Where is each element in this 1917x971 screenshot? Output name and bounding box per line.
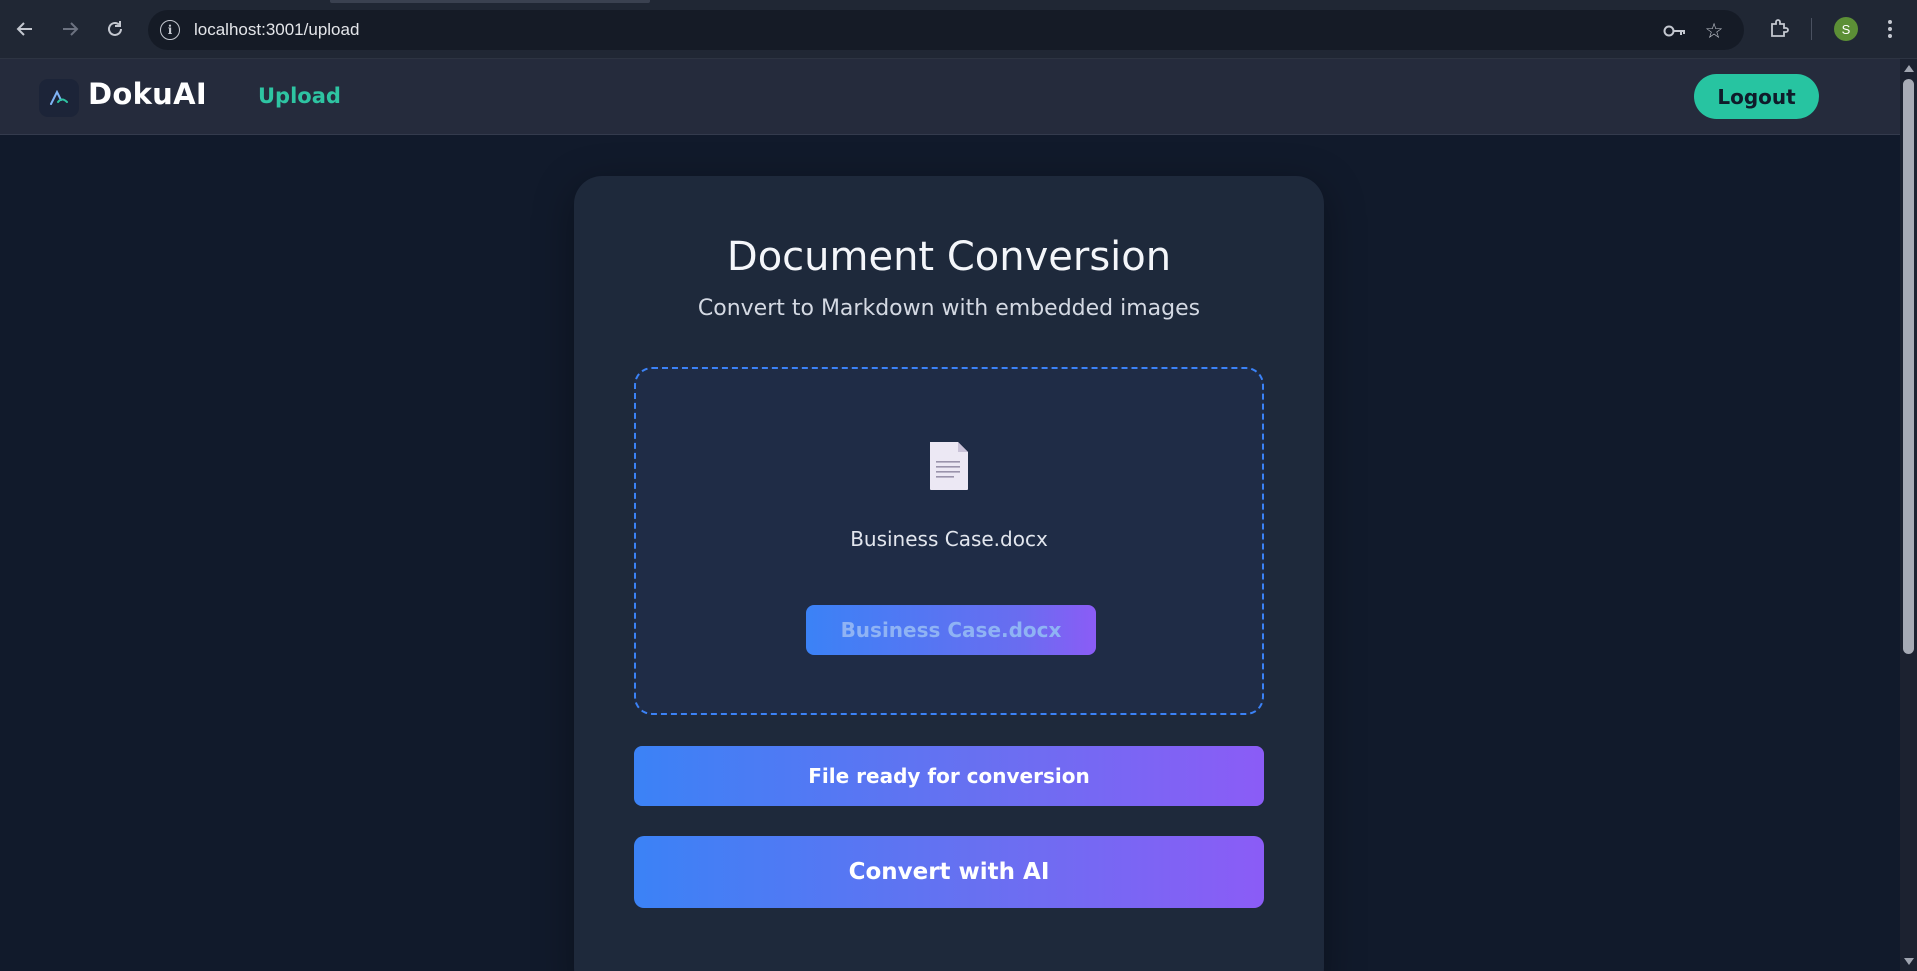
url-text[interactable]: localhost:3001/upload (194, 20, 359, 40)
status-banner: File ready for conversion (634, 746, 1264, 806)
extensions-icon[interactable] (1764, 14, 1794, 44)
scrollbar-thumb[interactable] (1903, 79, 1914, 654)
active-tab-indicator (330, 0, 650, 3)
toolbar-divider (1811, 18, 1812, 40)
profile-avatar[interactable]: S (1834, 17, 1858, 41)
address-bar[interactable]: i localhost:3001/upload ☆ (148, 10, 1744, 50)
scroll-down-arrow-icon[interactable] (1904, 958, 1914, 965)
arrow-right-icon (63, 22, 79, 36)
scroll-up-arrow-icon[interactable] (1904, 65, 1914, 72)
app-header: DokuAI Upload Logout (0, 59, 1900, 135)
reload-icon (108, 21, 122, 36)
back-button[interactable] (9, 13, 41, 45)
page-title: Document Conversion (726, 234, 1172, 280)
conversion-card: Document Conversion Convert to Markdown … (574, 176, 1324, 971)
reload-button[interactable] (99, 13, 131, 45)
password-key-icon[interactable] (1662, 18, 1688, 44)
arrow-left-icon (16, 22, 32, 36)
selected-file-name: Business Case.docx (850, 527, 1048, 551)
logout-button[interactable]: Logout (1694, 74, 1819, 119)
page-scrollbar[interactable] (1900, 59, 1917, 971)
bookmark-star-icon[interactable]: ☆ (1701, 18, 1727, 44)
site-info-icon[interactable]: i (160, 20, 180, 40)
document-icon (930, 442, 968, 490)
choose-file-button[interactable]: Business Case.docx (806, 605, 1096, 655)
file-dropzone[interactable]: Business Case.docx Business Case.docx (634, 367, 1264, 715)
brand-name[interactable]: DokuAI (88, 77, 207, 111)
logo-icon[interactable] (39, 79, 79, 117)
page-subtitle: Convert to Markdown with embedded images (697, 296, 1201, 321)
browser-toolbar: i localhost:3001/upload ☆ S (0, 0, 1917, 59)
browser-menu-icon[interactable] (1880, 14, 1900, 44)
convert-with-ai-button[interactable]: Convert with AI (634, 836, 1264, 908)
forward-button[interactable] (54, 13, 86, 45)
nav-link-upload[interactable]: Upload (258, 84, 341, 108)
